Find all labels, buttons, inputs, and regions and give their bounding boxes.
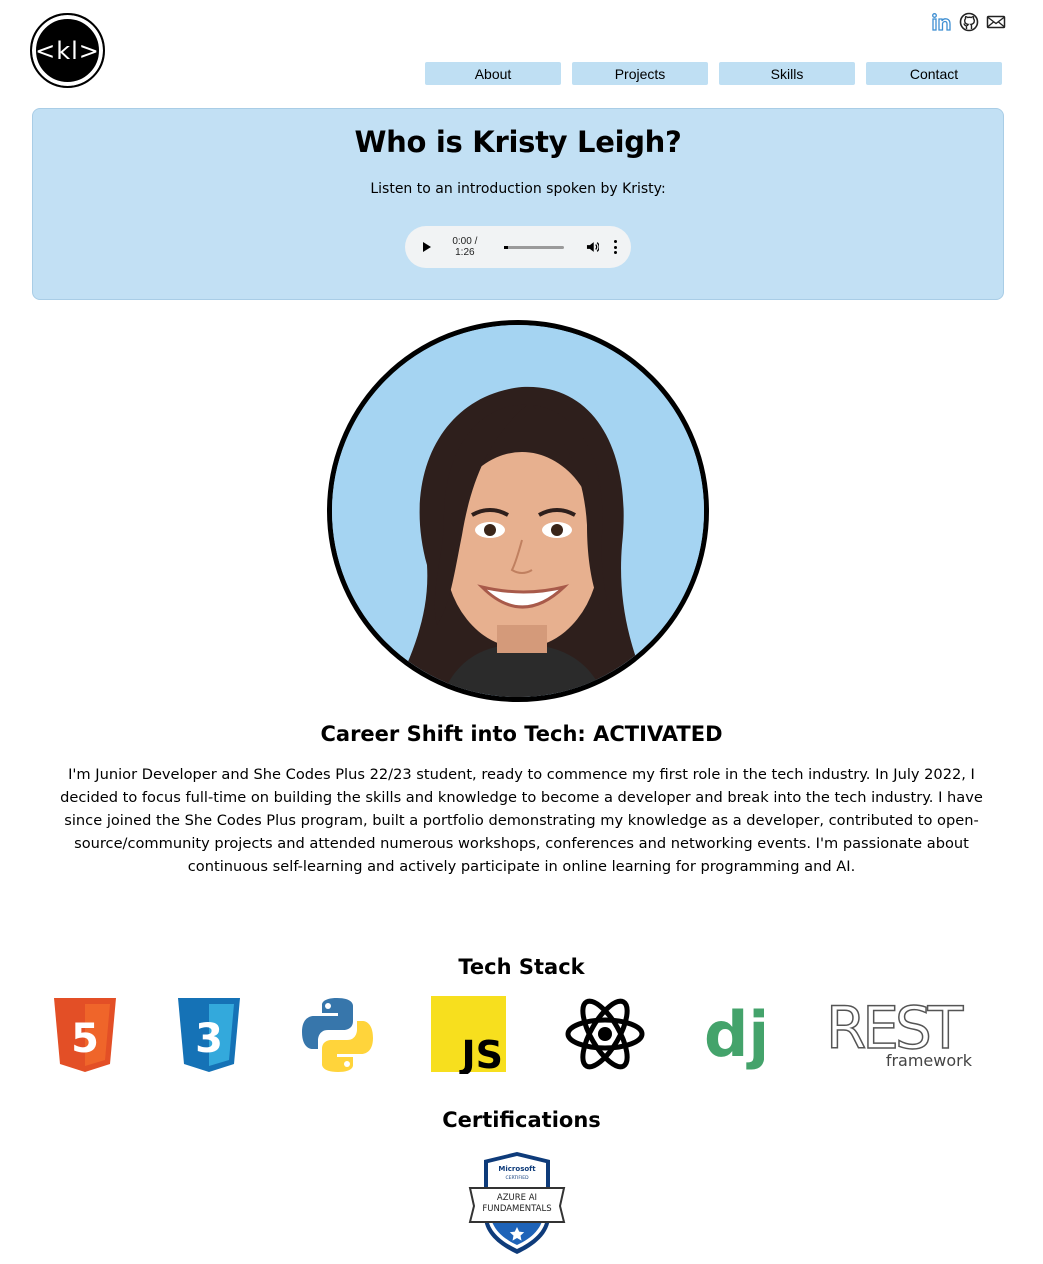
profile-avatar	[327, 320, 709, 702]
about-section: Career Shift into Tech: ACTIVATED I'm Ju…	[0, 722, 1043, 878]
rest-framework-logo: REST framework	[825, 993, 976, 1074]
more-options-icon[interactable]	[613, 240, 617, 254]
badge-top: Microsoft	[498, 1165, 536, 1173]
linkedin-icon[interactable]	[932, 12, 952, 32]
about-heading: Career Shift into Tech: ACTIVATED	[320, 722, 723, 746]
github-icon[interactable]	[959, 12, 979, 32]
nav-skills-button[interactable]: Skills	[719, 62, 855, 85]
nav-contact-button[interactable]: Contact	[866, 62, 1002, 85]
js-glyph: JS	[458, 1033, 503, 1074]
html5-glyph: 5	[71, 1016, 99, 1062]
rest-sub: framework	[886, 1051, 973, 1070]
badge-certified: CERTIFIED	[505, 1175, 529, 1181]
css3-logo: 3	[176, 996, 242, 1074]
certifications-title: Certifications	[442, 1108, 601, 1132]
site-logo[interactable]: <kl>	[30, 13, 105, 88]
intro-subtitle: Listen to an introduction spoken by Kris…	[370, 181, 666, 197]
react-logo	[564, 996, 646, 1074]
mail-icon[interactable]	[986, 12, 1006, 32]
django-logo: dj	[704, 996, 770, 1074]
css3-glyph: 3	[195, 1016, 223, 1062]
intro-panel: Who is Kristy Leigh? Listen to an introd…	[32, 108, 1004, 300]
intro-title: Who is Kristy Leigh?	[354, 125, 682, 159]
social-links	[932, 12, 1006, 32]
nav-projects-button[interactable]: Projects	[572, 62, 708, 85]
audio-progress-slider[interactable]	[503, 245, 564, 249]
audio-player[interactable]: 0:00 / 1:26	[405, 226, 631, 268]
django-glyph: dj	[704, 998, 764, 1071]
badge-line1: AZURE AI	[497, 1193, 537, 1203]
tech-stack-title: Tech Stack	[458, 955, 585, 979]
javascript-logo: JS	[431, 996, 506, 1077]
about-body: I'm Junior Developer and She Codes Plus …	[60, 766, 983, 875]
badge-line2: FUNDAMENTALS	[482, 1204, 551, 1214]
main-nav: About Projects Skills Contact	[425, 62, 1002, 85]
volume-icon[interactable]	[586, 240, 600, 254]
nav-about-button[interactable]: About	[425, 62, 561, 85]
azure-ai-fundamentals-badge[interactable]: Microsoft CERTIFIED AZURE AI FUNDAMENTAL…	[466, 1150, 568, 1256]
tech-stack-list: 5 3 JS dj REST framework	[0, 993, 1043, 1077]
logo-text: <kl>	[34, 17, 101, 84]
play-icon[interactable]	[423, 242, 431, 252]
audio-time: 0:00 / 1:26	[452, 236, 478, 258]
python-logo	[300, 996, 375, 1074]
html5-logo: 5	[52, 996, 118, 1074]
